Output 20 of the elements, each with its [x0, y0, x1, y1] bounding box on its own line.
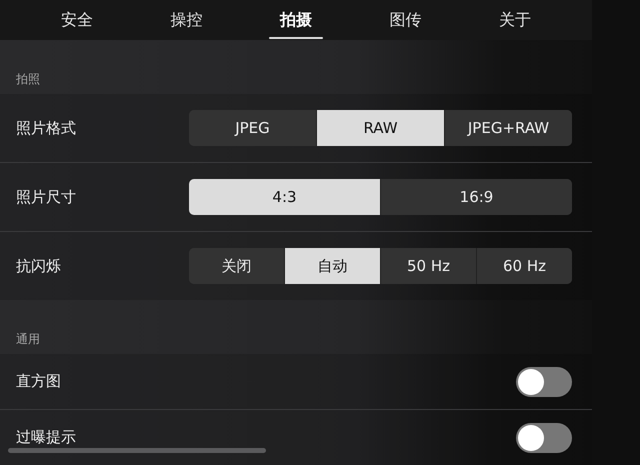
section-heading: 通用: [16, 331, 40, 348]
segment-option[interactable]: JPEG+RAW: [444, 110, 572, 146]
segment-option[interactable]: 60 Hz: [476, 248, 572, 284]
toggle-switch[interactable]: [516, 422, 572, 452]
segment-option[interactable]: 自动: [284, 248, 380, 284]
section-heading: 拍照: [16, 71, 40, 88]
setting-label: 照片格式: [16, 118, 76, 138]
setting-label: 过曝提示: [16, 428, 76, 447]
tab[interactable]: 安全: [22, 0, 132, 40]
toggle-switch[interactable]: [516, 366, 572, 396]
segment-option[interactable]: RAW: [316, 110, 444, 146]
tab[interactable]: 图传: [350, 0, 460, 40]
setting-label: 照片尺寸: [16, 188, 76, 206]
setting-label: 抗闪烁: [16, 256, 61, 276]
setting-label: 直方图: [16, 372, 61, 391]
segment-option[interactable]: 16:9: [380, 179, 572, 215]
tab[interactable]: 关于: [460, 0, 570, 40]
tab[interactable]: 操控: [132, 0, 242, 40]
tab[interactable]: 拍摄: [241, 0, 351, 40]
segment-option[interactable]: 4:3: [189, 179, 380, 215]
